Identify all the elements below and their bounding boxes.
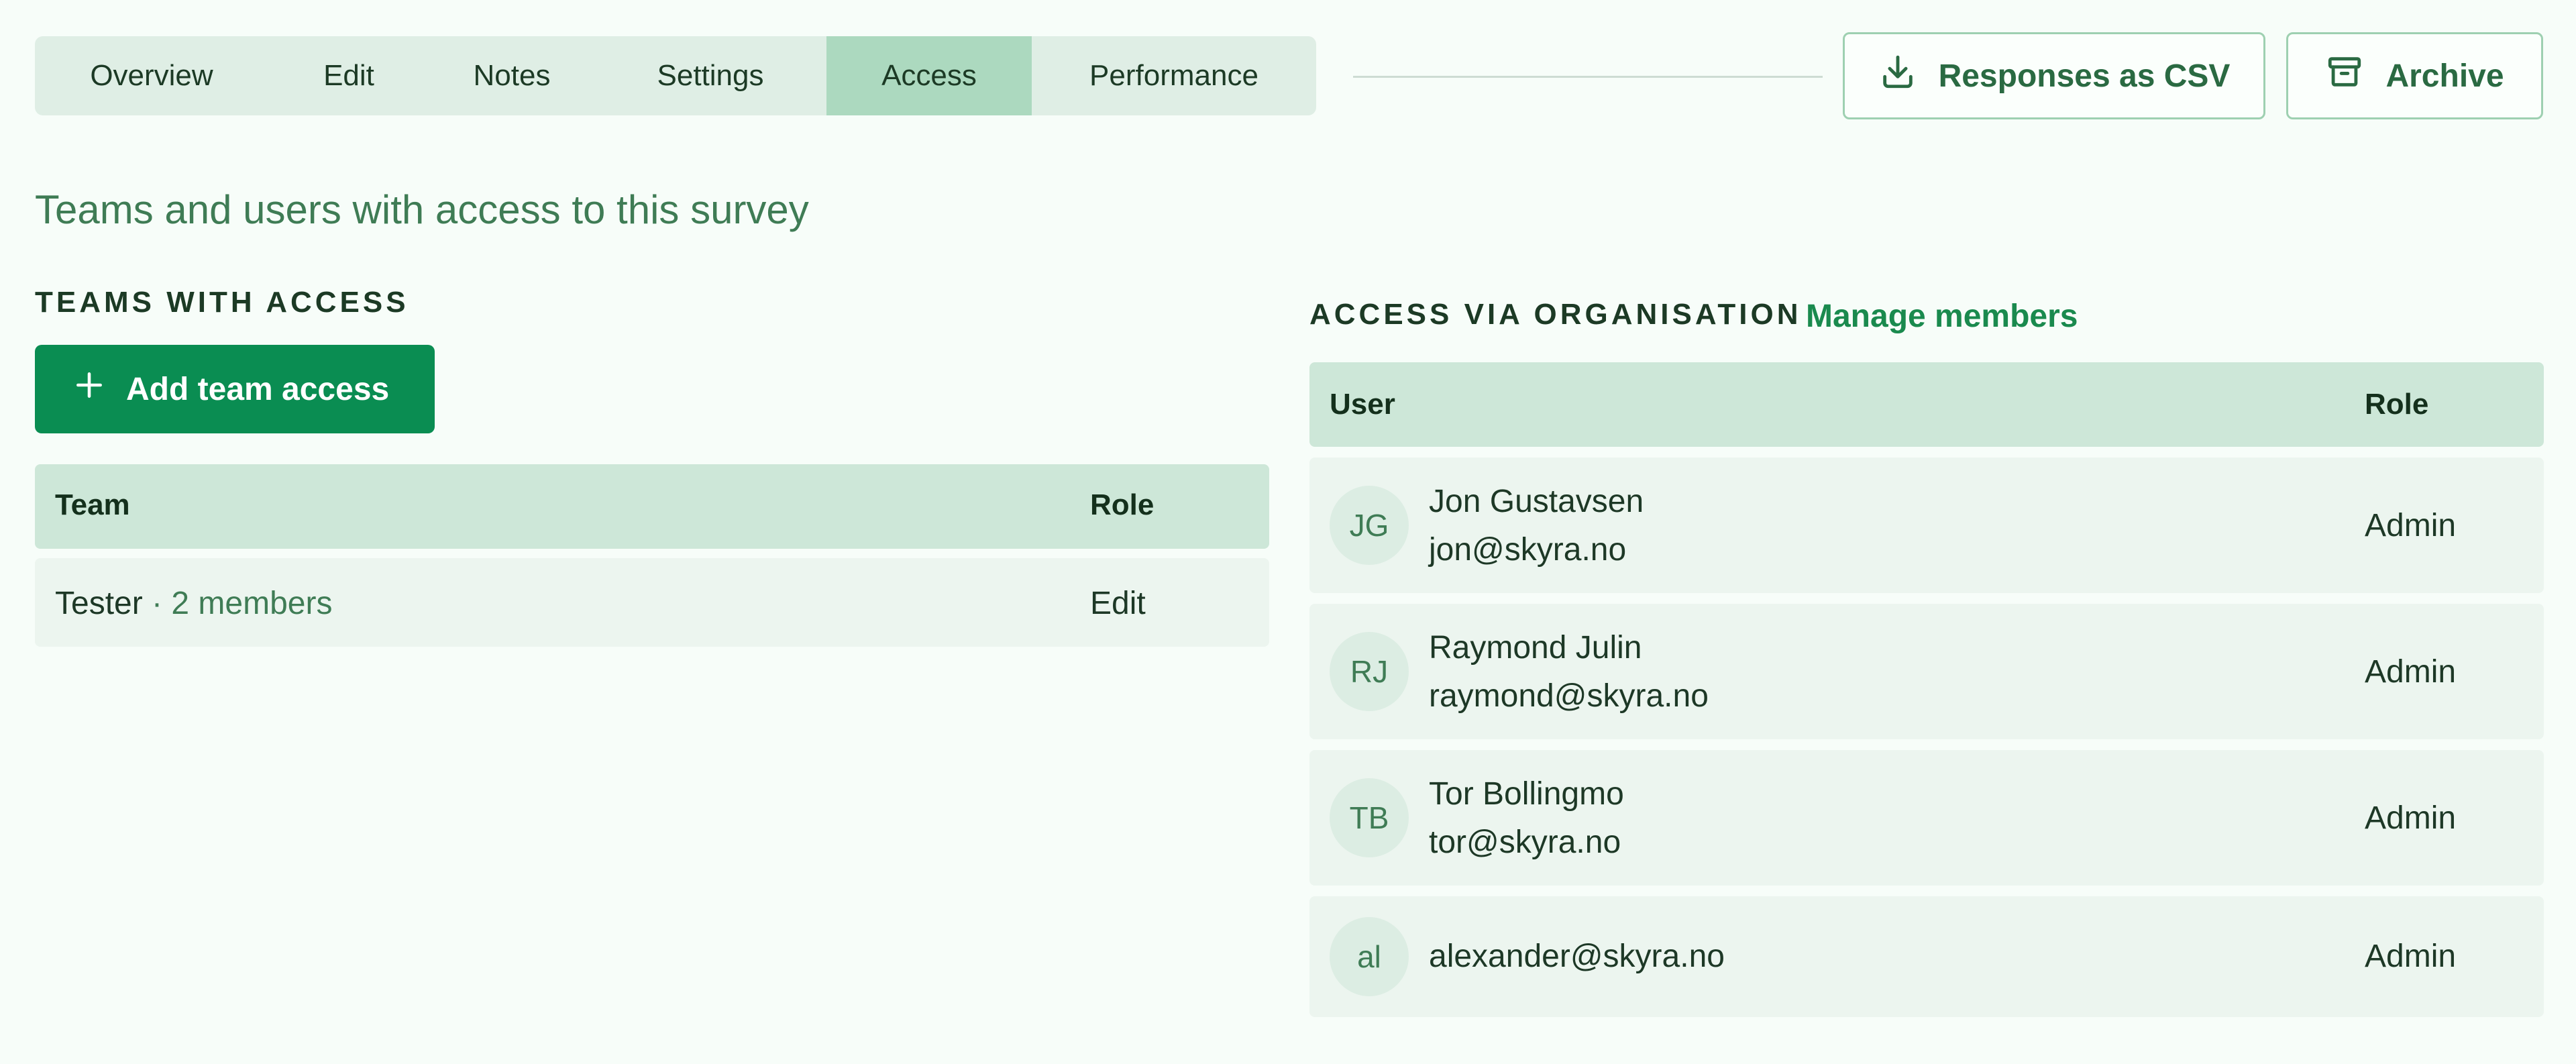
- add-team-access-label: Add team access: [126, 371, 390, 407]
- user-email: tor@skyra.no: [1429, 824, 1621, 860]
- teams-table-header: Team Role: [35, 464, 1269, 549]
- user-role: Admin: [2365, 800, 2457, 836]
- user-email: raymond@skyra.no: [1429, 678, 1709, 714]
- archive-icon: [2325, 52, 2364, 99]
- user-name: Raymond Julin: [1429, 630, 1642, 666]
- plus-icon: [72, 368, 106, 410]
- list-item[interactable]: al alexander@skyra.no Admin: [1309, 896, 2544, 1017]
- org-table-header: User Role: [1309, 362, 2544, 447]
- tab-edit[interactable]: Edit: [268, 36, 429, 115]
- team-member-count: · 2 members: [142, 586, 333, 621]
- user-role: Admin: [2365, 939, 2457, 974]
- user-name: Tor Bollingmo: [1429, 776, 1624, 812]
- table-row[interactable]: Tester · 2 members Edit: [35, 558, 1269, 647]
- tab-notes[interactable]: Notes: [429, 36, 594, 115]
- tab-performance[interactable]: Performance: [1032, 36, 1316, 115]
- manage-members-link[interactable]: Manage members: [1806, 298, 2078, 335]
- survey-access-page: Overview Edit Notes Settings Access Perf…: [0, 0, 2576, 1064]
- team-role: Edit: [1090, 586, 1146, 621]
- avatar: TB: [1330, 778, 1409, 857]
- tab-bar: Overview Edit Notes Settings Access Perf…: [35, 36, 1316, 115]
- org-section-label: ACCESS VIA ORGANISATION: [1309, 298, 1802, 331]
- download-icon: [1878, 52, 1917, 99]
- user-role: Admin: [2365, 654, 2457, 690]
- list-item[interactable]: TB Tor Bollingmo tor@skyra.no Admin: [1309, 750, 2544, 886]
- role-column-header: Role: [2365, 388, 2429, 421]
- archive-label: Archive: [2385, 58, 2504, 94]
- page-heading: Teams and users with access to this surv…: [35, 187, 809, 232]
- user-column-header: User: [1330, 388, 1395, 421]
- avatar: JG: [1330, 486, 1409, 565]
- team-name-text: Tester: [55, 586, 143, 621]
- user-name: Jon Gustavsen: [1429, 484, 1644, 519]
- tab-access[interactable]: Access: [826, 36, 1032, 115]
- archive-button[interactable]: Archive: [2286, 32, 2543, 119]
- teams-section-label: TEAMS WITH ACCESS: [35, 286, 409, 319]
- add-team-access-button[interactable]: Add team access: [35, 345, 435, 433]
- team-column-header: Team: [55, 488, 130, 521]
- role-column-header: Role: [1090, 488, 1155, 521]
- download-csv-button[interactable]: Responses as CSV: [1843, 32, 2265, 119]
- avatar: RJ: [1330, 632, 1409, 711]
- user-email: jon@skyra.no: [1429, 532, 1627, 568]
- list-item[interactable]: RJ Raymond Julin raymond@skyra.no Admin: [1309, 604, 2544, 739]
- tab-overview[interactable]: Overview: [35, 36, 268, 115]
- list-item[interactable]: JG Jon Gustavsen jon@skyra.no Admin: [1309, 458, 2544, 593]
- download-csv-label: Responses as CSV: [1938, 58, 2231, 94]
- user-email: alexander@skyra.no: [1429, 939, 1725, 974]
- header-divider: [1353, 76, 1823, 78]
- tab-settings[interactable]: Settings: [594, 36, 826, 115]
- team-name: Tester · 2 members: [55, 585, 332, 622]
- user-role: Admin: [2365, 508, 2457, 543]
- avatar: al: [1330, 917, 1409, 996]
